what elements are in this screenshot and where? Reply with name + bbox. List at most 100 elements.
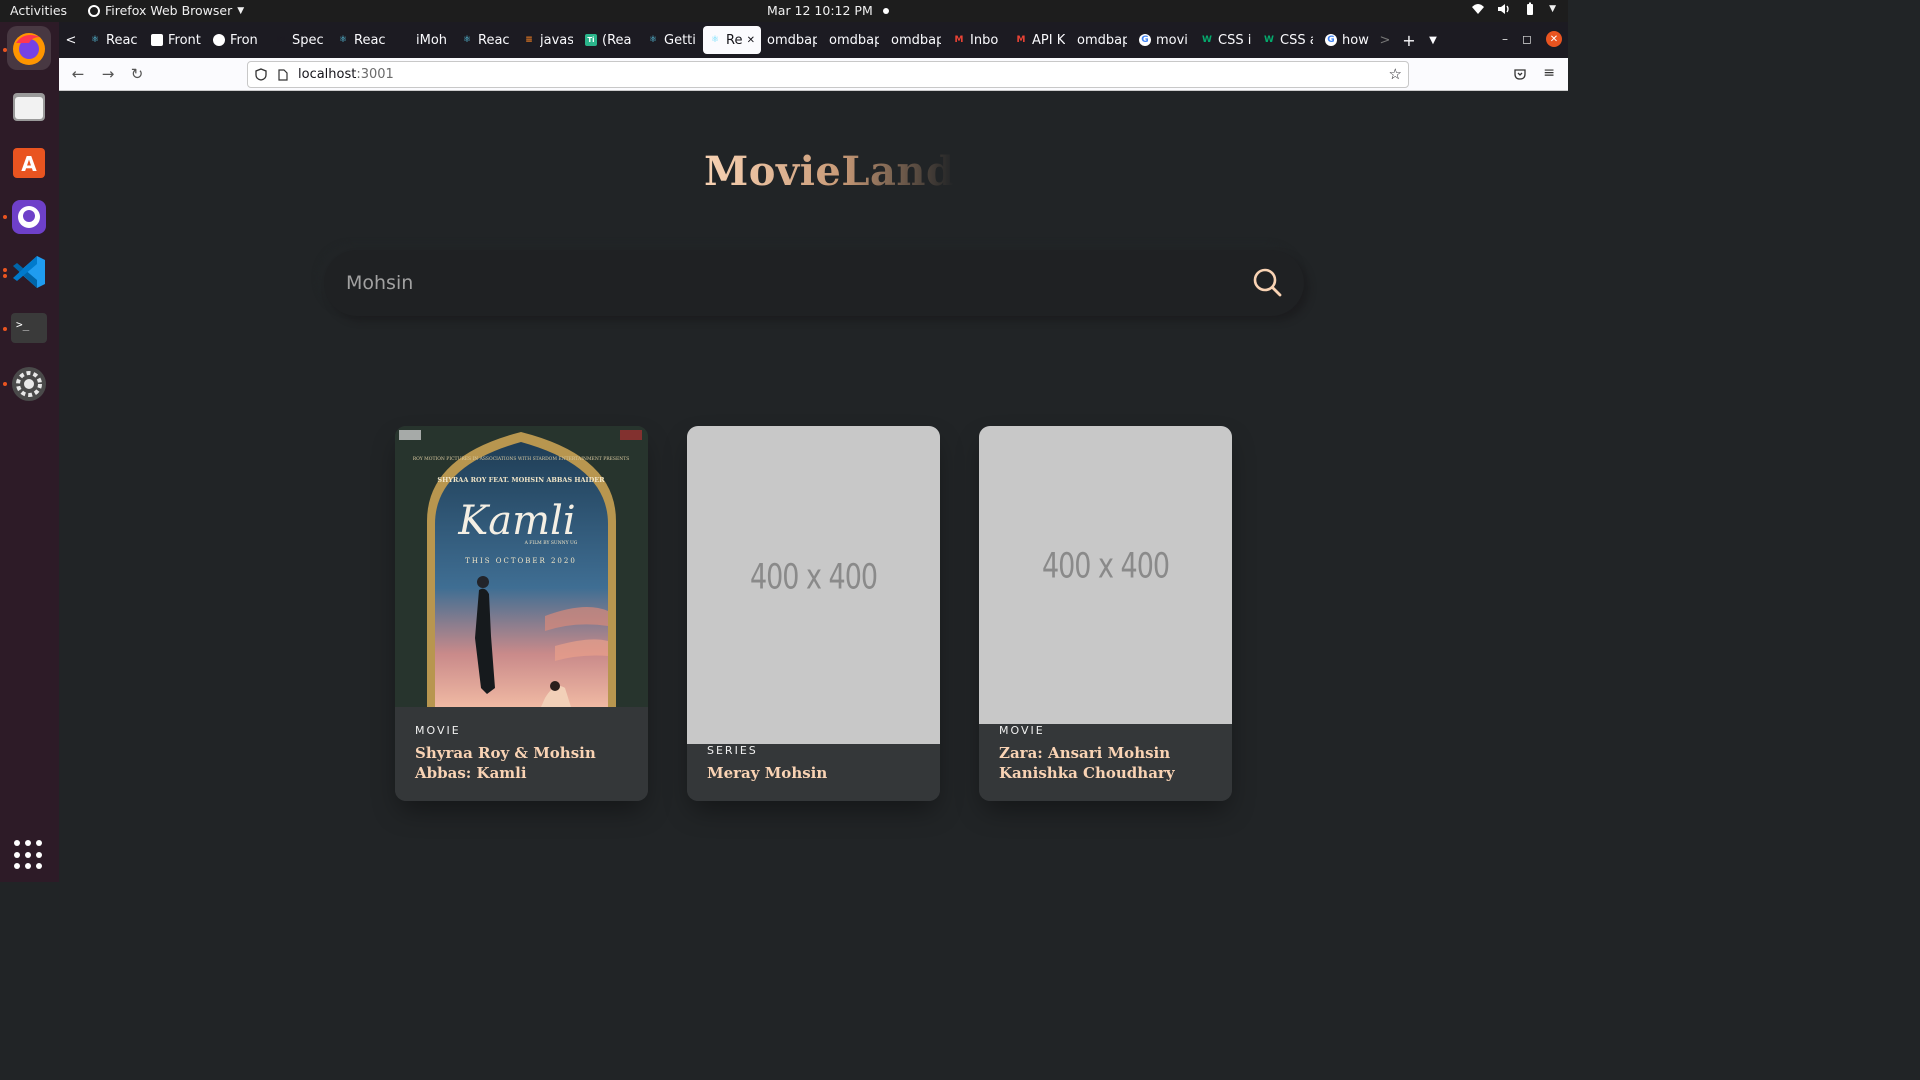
movie-card[interactable]: 400 x 400 movie Zara: Ansari Mohsin Kani… xyxy=(979,426,1232,801)
pocket-icon[interactable] xyxy=(1514,68,1526,80)
page-info-icon[interactable] xyxy=(278,68,288,81)
browser-tab[interactable]: ≡ javas xyxy=(517,26,579,54)
browser-tab[interactable]: Gmovi xyxy=(1133,26,1195,54)
tab-title: movi xyxy=(1156,32,1188,48)
app-menu-icon[interactable]: ≡ xyxy=(1543,65,1555,81)
browser-tab[interactable]: ⚛ Reac xyxy=(331,26,393,54)
gmail-icon: M xyxy=(954,35,964,45)
tab-title: Spec xyxy=(292,32,324,48)
tab-scroll-right-icon[interactable]: > xyxy=(1373,33,1397,48)
tracking-shield-icon[interactable] xyxy=(255,68,267,81)
tab-title: CSS i xyxy=(1218,32,1251,48)
tab-scroll-left-icon[interactable]: < xyxy=(59,33,83,48)
reload-icon[interactable]: ↻ xyxy=(128,65,146,83)
forward-icon[interactable]: → xyxy=(99,65,117,83)
dock-firefox[interactable] xyxy=(7,26,51,70)
close-window-icon[interactable]: ✕ xyxy=(1546,31,1562,47)
system-top-bar: Activities Firefox Web Browser ▼ Mar 12 … xyxy=(0,0,1568,22)
browser-tab[interactable]: Ghow xyxy=(1319,26,1373,54)
browser-tab[interactable]: ⚛ Re ✕ xyxy=(703,26,761,54)
tab-title: Fron xyxy=(230,32,258,48)
tab-title: Reac xyxy=(478,32,510,48)
activities-button[interactable]: Activities xyxy=(10,3,67,18)
wifi-icon xyxy=(1472,4,1485,14)
react-icon: ⚛ xyxy=(648,35,658,45)
dock-files[interactable] xyxy=(7,84,51,128)
browser-tab[interactable]: omdbap xyxy=(823,26,885,54)
tab-title: javas xyxy=(540,32,573,48)
browser-tab[interactable]: ⚛ Reac xyxy=(455,26,517,54)
browser-tab[interactable]: Front xyxy=(145,26,207,54)
movie-type: series xyxy=(707,744,758,757)
list-all-tabs-icon[interactable]: ▼ xyxy=(1421,35,1445,46)
firefox-small-icon xyxy=(88,4,100,17)
tab-title: omdbap xyxy=(829,32,879,48)
bookmark-star-icon[interactable]: ☆ xyxy=(1389,65,1402,83)
poster-date-text: THIS OCTOBER 2020 xyxy=(465,557,577,565)
movie-card[interactable]: 400 x 400 series Meray Mohsin xyxy=(687,426,940,801)
tab-title: (Rea xyxy=(602,32,632,48)
browser-tab-bar: < ⚛ Reac Front Fron M Spec ⚛ Reac iMoh ⚛ Reac ≡ java… xyxy=(59,22,1568,58)
dock-settings[interactable] xyxy=(7,362,51,406)
brand-title: MovieLand xyxy=(704,148,955,195)
dock-vscode[interactable] xyxy=(7,250,51,294)
chevron-down-icon: ▼ xyxy=(237,5,245,16)
poster-credit-text: SHYRAA ROY FEAT. MOHSIN ABBAS HAIDER xyxy=(437,476,605,484)
clock[interactable]: Mar 12 10:12 PM xyxy=(767,3,889,18)
browser-tab[interactable]: omdbap xyxy=(885,26,947,54)
movie-info: movie Zara: Ansari Mohsin Kanishka Choud… xyxy=(979,724,1232,801)
placeholder-text: 400 x 400 xyxy=(749,556,878,598)
show-apps-icon[interactable] xyxy=(14,840,44,870)
w3schools-icon: W xyxy=(1202,35,1212,45)
settings-icon xyxy=(12,367,46,401)
browser-tab[interactable]: iMoh xyxy=(393,26,455,54)
react-icon: ⚛ xyxy=(710,35,720,45)
browser-tab[interactable]: W CSS a xyxy=(1257,26,1319,54)
movie-card[interactable]: ROY MOTION PICTURES IN ASSOCIATIONS WITH… xyxy=(395,426,648,801)
files-icon xyxy=(13,93,45,121)
poster-byline-text: A FILM BY SUNNY UG xyxy=(524,540,578,546)
browser-tab[interactable]: omdbap xyxy=(761,26,823,54)
github-icon xyxy=(399,34,411,46)
movie-type: movie xyxy=(999,724,1045,737)
minimize-icon[interactable]: – xyxy=(1502,32,1508,46)
maximize-icon[interactable]: ◻ xyxy=(1522,32,1532,46)
movie-title: Shyraa Roy & Mohsin Abbas: Kamli xyxy=(415,744,596,782)
poster-name-text: Kamli xyxy=(457,498,575,544)
back-icon[interactable]: ← xyxy=(69,65,87,83)
tab-title: Re xyxy=(726,32,742,48)
browser-tab[interactable]: Ti (Rea xyxy=(579,26,641,54)
browser-tab[interactable]: omdbap xyxy=(1071,26,1133,54)
url-bar[interactable]: localhost:3001 ☆ xyxy=(247,61,1409,88)
notification-dot-icon xyxy=(882,7,889,14)
browser-tab[interactable]: M Inbo xyxy=(947,26,1009,54)
google-icon: G xyxy=(1325,34,1337,46)
app-menu[interactable]: Firefox Web Browser ▼ xyxy=(88,3,244,18)
search-bar xyxy=(324,250,1304,316)
placeholder-text: 400 x 400 xyxy=(1041,546,1170,587)
dock-github-desktop[interactable] xyxy=(7,195,51,239)
tab-strip: ⚛ Reac Front Fron M Spec ⚛ Reac iMoh ⚛ Reac ≡ javas T… xyxy=(83,26,1373,54)
browser-tab[interactable]: ⚛ Reac xyxy=(83,26,145,54)
react-icon: ⚛ xyxy=(338,35,348,45)
poster-placeholder: 400 x 400 xyxy=(979,426,1232,729)
doc-icon xyxy=(151,34,163,46)
react-icon: ⚛ xyxy=(462,35,472,45)
dock-app-center[interactable]: A xyxy=(7,140,51,184)
movie-info: series Meray Mohsin xyxy=(687,744,940,801)
browser-tab[interactable]: ⚛ Getti xyxy=(641,26,703,54)
search-icon[interactable] xyxy=(1252,267,1282,297)
window-controls: – ◻ ✕ xyxy=(1502,31,1562,47)
browser-tab[interactable]: W CSS i xyxy=(1195,26,1257,54)
browser-tab[interactable]: M Spec xyxy=(269,26,331,54)
system-tray[interactable]: ▼ xyxy=(1471,2,1556,16)
browser-tab[interactable]: Fron xyxy=(207,26,269,54)
search-input[interactable] xyxy=(346,250,1226,316)
vscode-icon xyxy=(13,256,45,288)
new-tab-button[interactable]: + xyxy=(1397,31,1421,50)
browser-tab[interactable]: M API K xyxy=(1009,26,1071,54)
close-tab-icon[interactable]: ✕ xyxy=(747,35,755,46)
tab-title: Getti xyxy=(664,32,696,48)
dock-terminal[interactable]: >_ xyxy=(7,306,51,350)
movie-title: Zara: Ansari Mohsin Kanishka Choudhary xyxy=(999,744,1175,782)
